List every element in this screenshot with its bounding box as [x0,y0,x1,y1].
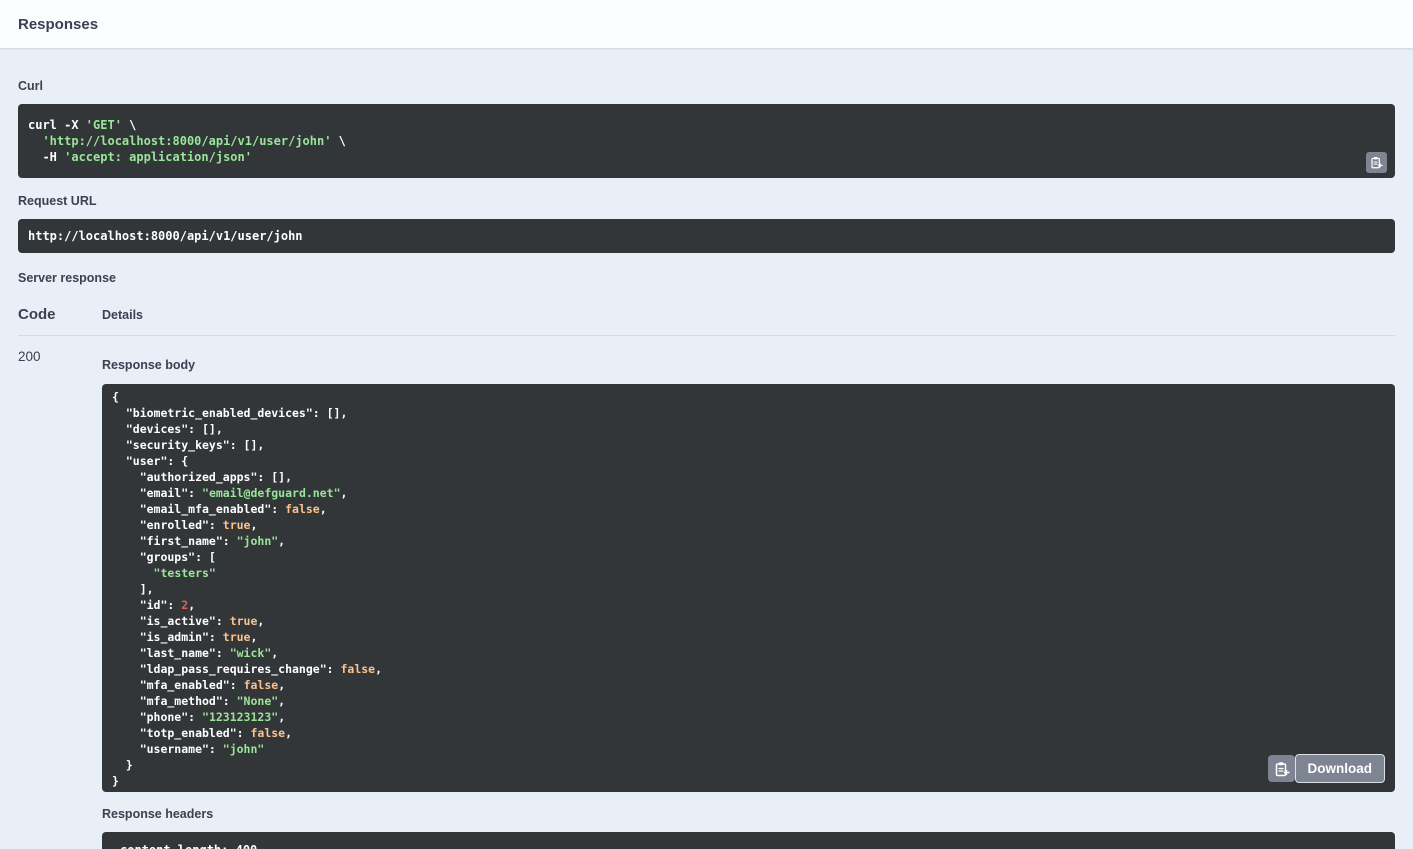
response-details: Response body { "biometric_enabled_devic… [102,336,1395,849]
clipboard-copy-icon [1274,761,1290,777]
response-body-json: { "biometric_enabled_devices": [], "devi… [112,390,383,788]
request-url-text: http://localhost:8000/api/v1/user/john [28,229,303,243]
responses-section-header: Responses [0,0,1413,48]
status-code: 200 [18,349,41,364]
details-column-header: Details [102,308,143,322]
response-body-label: Response body [102,358,196,372]
copy-curl-button[interactable] [1366,152,1387,173]
code-column-header: Code [18,306,56,323]
curl-command-text: curl -X 'GET' \ 'http://localhost:8000/a… [28,118,346,164]
response-headers-label: Response headers [102,807,214,821]
download-button[interactable]: Download [1294,754,1385,783]
response-headers-text: content-length: 400content-type: applica… [120,842,1385,849]
response-headers-block: content-length: 400content-type: applica… [102,832,1395,849]
request-url-block: http://localhost:8000/api/v1/user/john [18,219,1395,253]
copy-response-button[interactable] [1268,755,1295,782]
response-row-200: 200 Response body { "biometric_enabled_d… [18,336,1395,849]
server-response-label: Server response [18,271,116,285]
responses-title: Responses [18,15,99,33]
clipboard-copy-icon [1370,156,1383,169]
request-url-label: Request URL [18,194,97,208]
response-table-header: Code Details [18,306,1395,336]
curl-command-block: curl -X 'GET' \ 'http://localhost:8000/a… [18,104,1395,178]
curl-label: Curl [18,79,43,93]
response-body-block: { "biometric_enabled_devices": [], "devi… [102,384,1395,792]
response-section-body: Curl curl -X 'GET' \ 'http://localhost:8… [0,48,1413,849]
